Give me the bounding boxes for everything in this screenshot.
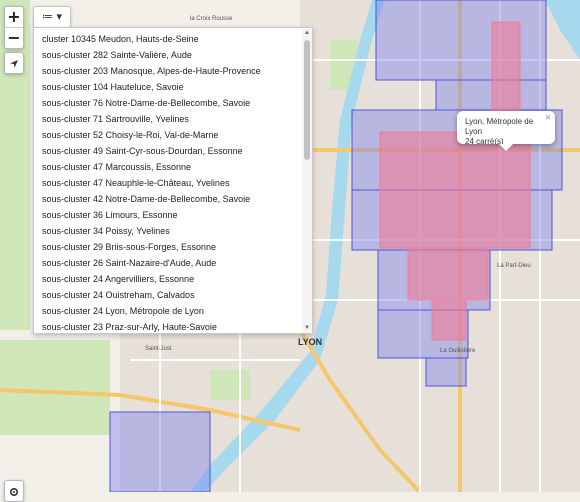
cluster-list-item[interactable]: sous-cluster 36 Limours, Essonne — [34, 207, 312, 223]
cluster-list-item[interactable]: sous-cluster 24 Ouistreham, Calvados — [34, 287, 312, 303]
scroll-thumb[interactable] — [304, 40, 310, 160]
cluster-list-item[interactable]: sous-cluster 76 Notre-Dame-de-Bellecombe… — [34, 95, 312, 111]
locate-button[interactable] — [5, 53, 23, 73]
place-label-part-dieu: La Part-Dieu — [497, 263, 531, 269]
cluster-list-item[interactable]: sous-cluster 203 Manosque, Alpes-de-Haut… — [34, 63, 312, 79]
zoom-out-button[interactable]: − — [5, 27, 23, 48]
place-label-croix-rousse: la Croix Rousse — [190, 16, 233, 22]
popup-close-button[interactable]: × — [545, 112, 551, 124]
settings-control — [4, 480, 24, 502]
settings-button[interactable] — [5, 481, 23, 501]
popup-tip — [499, 144, 513, 151]
cluster-list-item[interactable]: cluster 10345 Meudon, Hauts-de-Seine — [34, 31, 312, 47]
scroll-down-icon[interactable]: ▼ — [302, 323, 312, 333]
city-label: LYON — [298, 337, 322, 347]
map-popup: × Lyon, Métropole de Lyon 24 carré(s) — [457, 111, 555, 151]
scroll-up-icon[interactable]: ▲ — [302, 28, 312, 38]
zoom-in-button[interactable]: + — [5, 7, 23, 27]
locate-control — [4, 52, 24, 74]
cluster-list: cluster 10345 Meudon, Hauts-de-Seine sous… — [34, 28, 312, 333]
cluster-list-item[interactable]: sous-cluster 29 Briis-sous-Forges, Esson… — [34, 239, 312, 255]
cluster-list-item[interactable]: sous-cluster 23 Praz-sur-Arly, Haute-Sav… — [34, 319, 312, 333]
cluster-list-panel: cluster 10345 Meudon, Hauts-de-Seine sous… — [33, 27, 313, 334]
popup-title: Lyon, Métropole de Lyon — [465, 117, 534, 136]
cluster-list-item[interactable]: sous-cluster 24 Lyon, Métropole de Lyon — [34, 303, 312, 319]
cluster-list-item[interactable]: sous-cluster 47 Neauphle-le-Château, Yve… — [34, 175, 312, 191]
cluster-list-item[interactable]: sous-cluster 71 Sartrouville, Yvelines — [34, 111, 312, 127]
list-toggle-button[interactable]: ≔ ▾ — [33, 6, 71, 28]
place-label-guillotiere: La Guillotière — [440, 348, 476, 354]
place-label-saint-just: Saint-Just — [145, 346, 172, 352]
cluster-list-item[interactable]: sous-cluster 24 Angervilliers, Essonne — [34, 271, 312, 287]
zoom-control: + − — [4, 6, 24, 49]
cluster-list-item[interactable]: sous-cluster 52 Choisy-le-Roi, Val-de-Ma… — [34, 127, 312, 143]
scrollbar[interactable]: ▲ ▼ — [302, 28, 312, 333]
cluster-list-item[interactable]: sous-cluster 49 Saint-Cyr-sous-Dourdan, … — [34, 143, 312, 159]
cluster-list-item[interactable]: sous-cluster 282 Sainte-Valière, Aude — [34, 47, 312, 63]
cluster-list-item[interactable]: sous-cluster 26 Saint-Nazaire-d'Aude, Au… — [34, 255, 312, 271]
cluster-list-item[interactable]: sous-cluster 47 Marcoussis, Essonne — [34, 159, 312, 175]
locate-icon — [10, 59, 18, 68]
cluster-list-item[interactable]: sous-cluster 104 Hauteluce, Savoie — [34, 79, 312, 95]
cluster-list-item[interactable]: sous-cluster 34 Poissy, Yvelines — [34, 223, 312, 239]
cluster-list-item[interactable]: sous-cluster 42 Notre-Dame-de-Bellecombe… — [34, 191, 312, 207]
